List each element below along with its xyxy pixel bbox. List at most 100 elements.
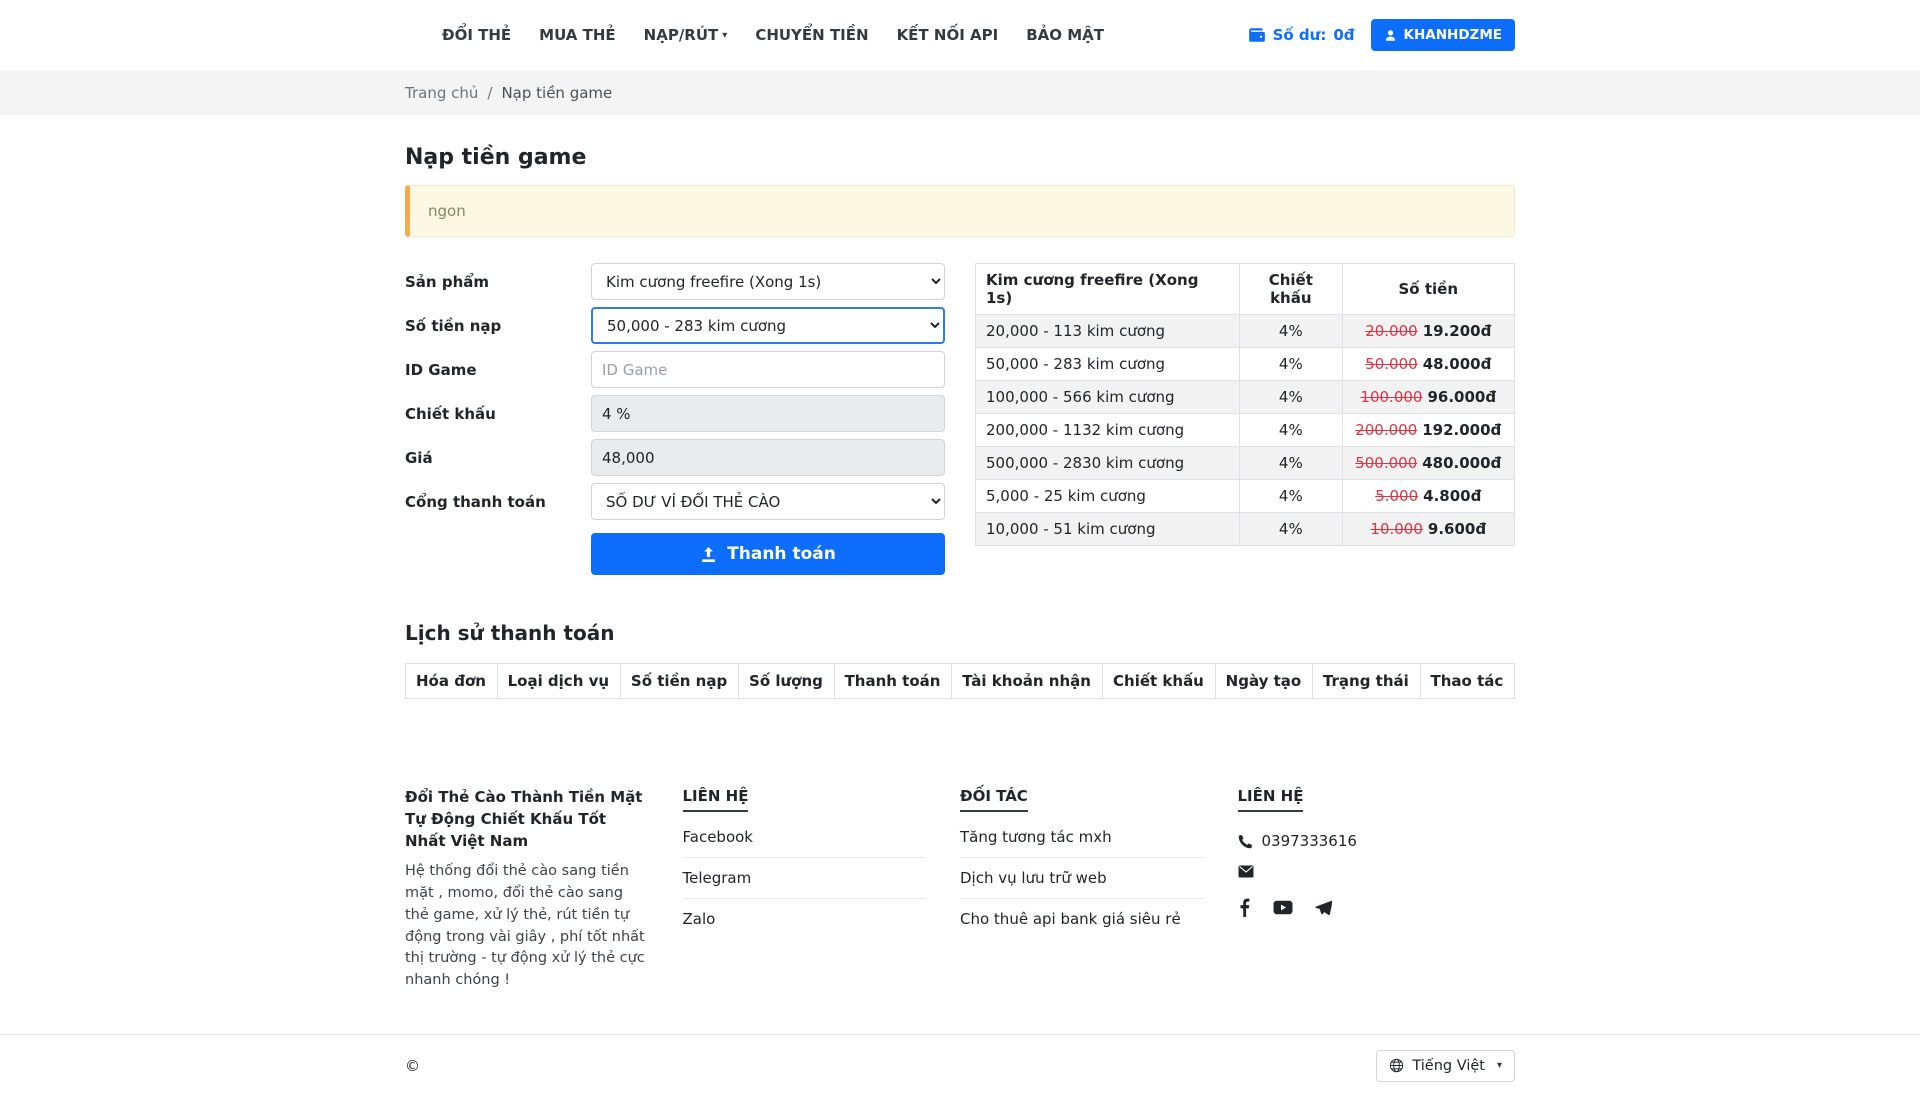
user-account-button[interactable]: KHANHDZME [1371, 19, 1515, 51]
footer-about-column: Đổi Thẻ Cào Thành Tiền Mặt Tự Động Chiết… [405, 787, 683, 992]
price-label: Giá [405, 449, 591, 467]
pack-price: 50.000 48.000đ [1342, 348, 1514, 381]
nav-link-label: MUA THẺ [539, 26, 616, 44]
pack-discount: 4% [1240, 480, 1342, 513]
old-price: 10.000 [1370, 520, 1423, 538]
phone-number: 0397333616 [1262, 832, 1357, 850]
table-row[interactable]: 5,000 - 25 kim cương 4% 5.0004.800đ [976, 480, 1515, 513]
pack-discount: 4% [1240, 414, 1342, 447]
envelope-icon [1238, 865, 1254, 878]
pack-name: 200,000 - 1132 kim cương [976, 414, 1240, 447]
breadcrumb-home-link[interactable]: Trang chủ [405, 84, 478, 102]
email-link[interactable] [1238, 865, 1482, 878]
globe-icon [1389, 1058, 1404, 1073]
new-price: 480.000đ [1422, 454, 1501, 472]
facebook-link[interactable] [1238, 898, 1251, 917]
language-selector[interactable]: Tiếng Việt ▾ [1376, 1050, 1515, 1082]
table-row[interactable]: 100,000 - 566 kim cương 4% 100.00096.000… [976, 381, 1515, 414]
nav-link[interactable]: CHUYỂN TIỀN [744, 18, 879, 52]
telegram-link[interactable] [1315, 900, 1332, 915]
phone-link[interactable]: 0397333616 [1238, 832, 1482, 850]
nav-link-label: NẠP/RÚT [644, 26, 719, 44]
table-row[interactable]: 500,000 - 2830 kim cương 4% 500.000480.0… [976, 447, 1515, 480]
breadcrumb-bar: Trang chủ / Nạp tiền game [0, 70, 1920, 115]
bottom-bar: © Tiếng Việt ▾ [0, 1034, 1920, 1097]
history-col-header: Tài khoản nhận [952, 664, 1103, 699]
nav-link[interactable]: MUA THẺ [528, 18, 627, 52]
old-price: 100.000 [1360, 388, 1422, 406]
notice-alert: ngon [405, 185, 1515, 237]
username-label: KHANHDZME [1404, 27, 1502, 43]
wallet-icon [1248, 26, 1266, 44]
history-col-header: Số tiền nạp [620, 664, 738, 699]
old-price: 20.000 [1365, 322, 1418, 340]
game-id-input[interactable] [591, 351, 945, 388]
pack-name: 20,000 - 113 kim cương [976, 315, 1240, 348]
language-label: Tiếng Việt [1412, 1058, 1485, 1074]
table-row[interactable]: 10,000 - 51 kim cương 4% 10.000 9.600đ [976, 513, 1515, 546]
topup-form: Sản phẩm Kim cương freefire (Xong 1s) Số… [405, 263, 945, 575]
footer-contact2-heading: LIÊN HỆ [1238, 787, 1304, 812]
footer-contact-heading: LIÊN HỆ [683, 787, 749, 812]
pack-name: 500,000 - 2830 kim cương [976, 447, 1240, 480]
product-select[interactable]: Kim cương freefire (Xong 1s) [591, 263, 945, 300]
pay-button-label: Thanh toán [727, 544, 836, 564]
pack-discount: 4% [1240, 348, 1342, 381]
youtube-icon [1273, 900, 1293, 915]
breadcrumb-current: Nạp tiền game [501, 84, 612, 102]
footer-partner-link[interactable]: Tăng tương tác mxh [960, 817, 1204, 858]
pay-button[interactable]: Thanh toán [591, 533, 945, 575]
pack-name: 10,000 - 51 kim cương [976, 513, 1240, 546]
telegram-icon [1315, 900, 1332, 915]
price-col-amount: Số tiền [1342, 264, 1514, 315]
balance-label: Số dư: [1273, 26, 1327, 44]
amount-select[interactable]: 50,000 - 283 kim cương [591, 307, 945, 344]
history-col-header: Hóa đơn [406, 664, 498, 699]
old-price: 5.000 [1375, 487, 1418, 505]
pack-discount: 4% [1240, 447, 1342, 480]
nav-link-label: ĐỔI THẺ [442, 26, 511, 44]
footer-partner-link[interactable]: Dịch vụ lưu trữ web [960, 858, 1204, 899]
caret-down-icon: ▾ [1497, 1060, 1502, 1071]
nav-link[interactable]: ĐỔI THẺ [431, 18, 522, 52]
user-icon [1384, 29, 1397, 42]
pack-price: 200.000192.000đ [1342, 414, 1514, 447]
pack-discount: 4% [1240, 513, 1342, 546]
old-price: 50.000 [1365, 355, 1418, 373]
new-price: 48.000đ [1423, 355, 1492, 373]
price-col-discount: Chiết khấu [1240, 264, 1342, 315]
pack-price: 5.0004.800đ [1342, 480, 1514, 513]
footer-partner-link[interactable]: Cho thuê api bank giá siêu rẻ [960, 899, 1204, 939]
old-price: 200.000 [1355, 421, 1417, 439]
navbar: ĐỔI THẺ MUA THẺ NẠP/RÚT▾ CHUYỂN TIỀN KẾT NỐI… [0, 0, 1920, 70]
nav-link[interactable]: KẾT NỐI API [886, 18, 1010, 52]
discount-label: Chiết khấu [405, 405, 591, 423]
table-row[interactable]: 50,000 - 283 kim cương 4% 50.00048.000đ [976, 348, 1515, 381]
pack-price: 20.00019.200đ [1342, 315, 1514, 348]
footer-contact-link[interactable]: Telegram [683, 858, 927, 899]
page-title: Nạp tiền game [405, 145, 1515, 170]
nav-link[interactable]: BẢO MẬT [1015, 18, 1115, 52]
youtube-link[interactable] [1273, 900, 1293, 915]
pack-price: 10.000 9.600đ [1342, 513, 1514, 546]
balance-value: 0đ [1333, 26, 1354, 44]
nav-link[interactable]: NẠP/RÚT▾ [633, 18, 739, 52]
history-col-header: Thao tác [1420, 664, 1514, 699]
balance-link[interactable]: Số dư: 0đ [1248, 26, 1355, 44]
footer-contact-link[interactable]: Zalo [683, 899, 927, 939]
table-row[interactable]: 200,000 - 1132 kim cương 4% 200.000192.0… [976, 414, 1515, 447]
price-field [591, 439, 945, 476]
gateway-select[interactable]: SỐ DƯ VÍ ĐỔI THẺ CÀO [591, 483, 945, 520]
footer-contact2-column: LIÊN HỆ 0397333616 [1238, 787, 1516, 992]
history-col-header: Thanh toán [834, 664, 952, 699]
footer-partner-heading: ĐỐI TÁC [960, 787, 1028, 812]
footer-partner-column: ĐỐI TÁC Tăng tương tác mxhDịch vụ lưu tr… [960, 787, 1238, 992]
new-price: 9.600đ [1428, 520, 1486, 538]
copyright: © [405, 1057, 420, 1075]
pack-price: 500.000480.000đ [1342, 447, 1514, 480]
table-row[interactable]: 20,000 - 113 kim cương 4% 20.00019.200đ [976, 315, 1515, 348]
breadcrumb-separator: / [487, 84, 492, 102]
nav-link-label: CHUYỂN TIỀN [755, 26, 868, 44]
history-table: Hóa đơnLoại dịch vụSố tiền nạpSố lượngTh… [405, 663, 1515, 699]
footer-contact-link[interactable]: Facebook [683, 817, 927, 858]
